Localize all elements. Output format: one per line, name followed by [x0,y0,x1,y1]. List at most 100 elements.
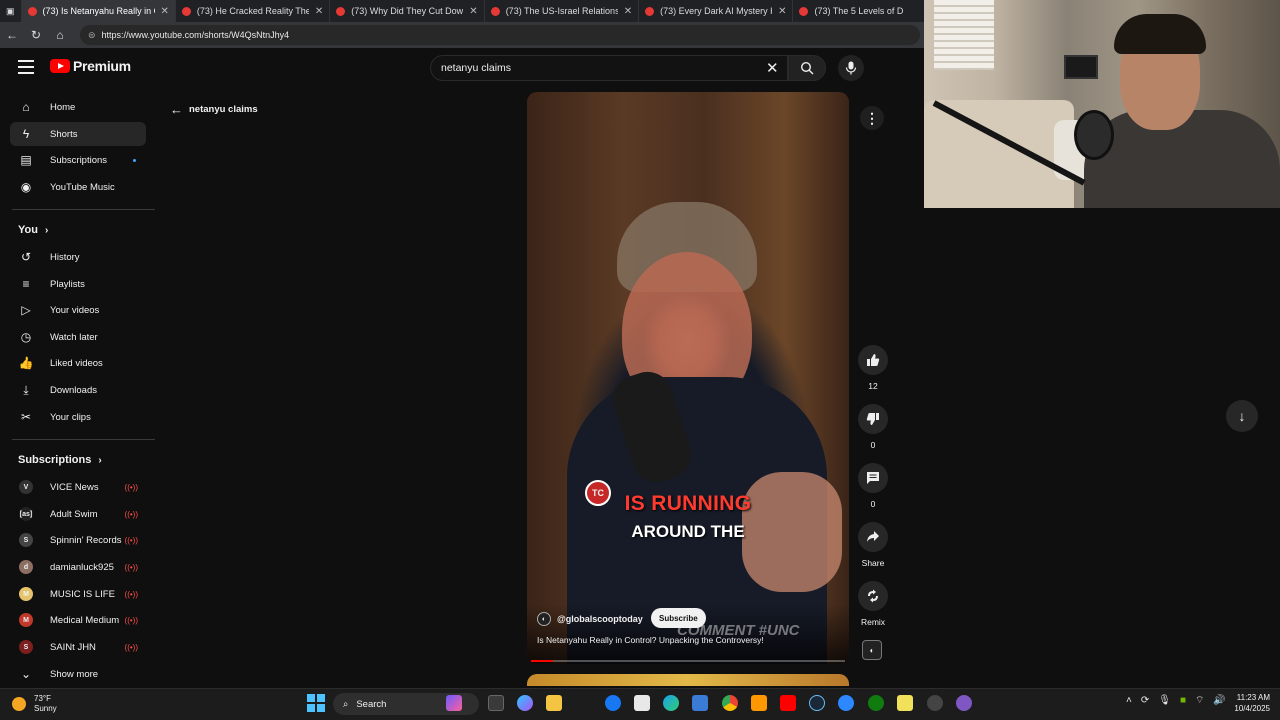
sidebar-item[interactable]: ◷ Watch later [10,325,146,349]
url-field[interactable]: ⊜ https://www.youtube.com/shorts/W4QsNtn… [80,25,920,45]
chrome-icon[interactable] [722,695,738,711]
subscribe-button[interactable]: Subscribe [651,608,706,628]
wifi-icon[interactable]: ⌔ [1195,694,1204,707]
browser-tab[interactable]: (73) He Cracked Reality Then CIA ✕ [176,0,331,22]
vlc-icon[interactable] [751,695,767,711]
dislike-button[interactable] [858,404,888,434]
taskbar-search-label: Search [356,698,387,710]
next-short-preview[interactable] [527,674,849,686]
short-video-player[interactable]: TC IS RUNNING AROUND THE COMMENT #UNC ◐ … [527,92,849,664]
close-tab-icon[interactable]: ✕ [778,6,786,17]
show-more-label: Show more [50,668,99,680]
thumbs-up-icon: 👍 [18,356,34,370]
sidebar-item[interactable]: ✂ Your clips [10,405,146,429]
sync-icon[interactable]: ⟳ [1141,695,1149,706]
sidebar-item[interactable]: ⤓ Downloads [10,378,146,402]
channel-avatar: M [19,587,33,601]
sidebar-item[interactable]: [as] Adult Swim ((•)) [10,502,146,526]
close-tab-icon[interactable]: ✕ [469,6,477,17]
youtube-app-icon[interactable] [780,695,796,711]
close-tab-icon[interactable]: ✕ [624,6,632,17]
site-info-icon[interactable]: ⊜ [88,30,96,41]
sidebar-item[interactable]: d damianluck925 ((•)) [10,555,146,579]
sidebar-item[interactable]: ⌂ Home [10,95,146,119]
sidebar-item[interactable]: S Spinnin' Records ((•)) [10,528,146,552]
video-progress-bar[interactable] [531,660,845,662]
sidebar-item[interactable]: ↺ History [10,245,146,269]
reload-icon[interactable]: ↻ [24,28,48,42]
comments-action: 0 [856,463,890,509]
browser-tab[interactable]: (73) Why Did They Cut Down All ✕ [330,0,485,22]
sidebar-item[interactable]: 👍 Liked videos [10,351,146,375]
calculator-icon[interactable] [692,695,708,711]
browser-tab[interactable]: (73) The US-Israel Relationship is ✕ [485,0,640,22]
sidebar-item[interactable]: ▤ Subscriptions [10,148,146,172]
app-icon[interactable] [838,695,854,711]
copilot-icon[interactable] [517,695,533,711]
channel-link[interactable]: ◐ @globalscooptoday [537,612,643,626]
steam-icon[interactable] [809,695,825,711]
comment-icon [867,472,879,484]
mic-tray-icon[interactable]: 🎙 [1158,695,1171,706]
search-input[interactable]: netanyu claims [430,55,788,81]
task-view-icon[interactable] [488,695,504,711]
more-options-button[interactable]: ⋮ [860,106,884,130]
home-nav-icon[interactable]: ⌂ [48,28,72,42]
xbox-icon[interactable] [868,695,884,711]
sidebar-item[interactable]: S SAINt JHN ((•)) [10,635,146,659]
browser-tab[interactable]: (73) The 5 Levels of D✕ [793,0,924,22]
clear-search-icon[interactable]: ✕ [766,59,779,77]
back-to-search-link[interactable]: ← netanyu claims [170,102,258,117]
audio-source-thumbnail[interactable]: ◐ [862,640,882,660]
app-icon-2[interactable] [956,695,972,711]
next-short-button[interactable]: ↓ [1226,400,1258,432]
channel-avatar: M [19,613,33,627]
share-button[interactable] [858,522,888,552]
nvidia-icon[interactable]: ■ [1180,695,1186,706]
tab-title: (73) He Cracked Reality Then CIA [196,6,309,16]
you-section-heading[interactable]: You › [18,224,48,236]
sidebar-item[interactable]: ≡ Playlists [10,272,146,296]
voice-search-button[interactable] [838,55,864,81]
obs-icon[interactable] [927,695,943,711]
taskbar-clock[interactable]: 11:23 AM 10/4/2025 [1222,692,1270,714]
like-button[interactable] [858,345,888,375]
weather-widget[interactable]: 73°F Sunny [12,694,57,714]
live-indicator-icon: ((•)) [124,562,138,572]
windows-start-icon[interactable] [307,694,325,712]
edge-icon[interactable] [663,695,679,711]
browser-tab[interactable]: (73) Every Dark AI Mystery Happe ✕ [639,0,794,22]
tab-actions-icon[interactable]: ▣ [0,0,22,22]
amazon-icon[interactable] [634,695,650,711]
comments-button[interactable] [858,463,888,493]
subscriptions-section-heading[interactable]: Subscriptions › [18,454,102,466]
browser-tab[interactable]: (73) Is Netanyahu Really in C ✕ [21,0,176,22]
live-indicator-icon: ((•)) [124,642,138,652]
close-tab-icon[interactable]: ✕ [161,6,169,17]
sidebar-item[interactable]: V VICE News ((•)) [10,475,146,499]
sidebar-item[interactable]: ϟ Shorts [10,122,146,146]
sidebar-item[interactable]: M MUSIC IS LIFE ((•)) [10,582,146,606]
close-tab-icon[interactable]: ✕ [315,6,323,17]
youtube-logo[interactable]: Premium [50,58,131,74]
chevron-up-icon[interactable]: ˄ [1126,695,1132,706]
sidebar-item[interactable]: M Medical Medium ((•)) [10,608,146,632]
menu-icon[interactable] [18,60,34,74]
notes-icon[interactable] [897,695,913,711]
youtube-favicon-icon [799,6,809,16]
your-videos-icon: ▷ [21,303,31,317]
sidebar-item[interactable]: ▷ Your videos [10,298,146,322]
copilot-app-icon[interactable] [446,695,462,711]
remix-button[interactable] [858,581,888,611]
back-icon[interactable]: ← [0,28,24,42]
weather-temp: 73°F [34,694,51,703]
share-icon [867,531,879,542]
show-more-button[interactable]: ⌄ Show more [10,662,146,686]
file-explorer-icon[interactable] [546,695,562,711]
history-icon: ↺ [20,250,32,264]
sidebar-item[interactable]: ◉ YouTube Music [10,175,146,199]
subscriptions-icon: ▤ [20,153,32,167]
facebook-icon[interactable] [605,695,621,711]
search-button[interactable] [788,55,826,81]
short-title[interactable]: Is Netanyahu Really in Control? Unpackin… [537,635,764,645]
